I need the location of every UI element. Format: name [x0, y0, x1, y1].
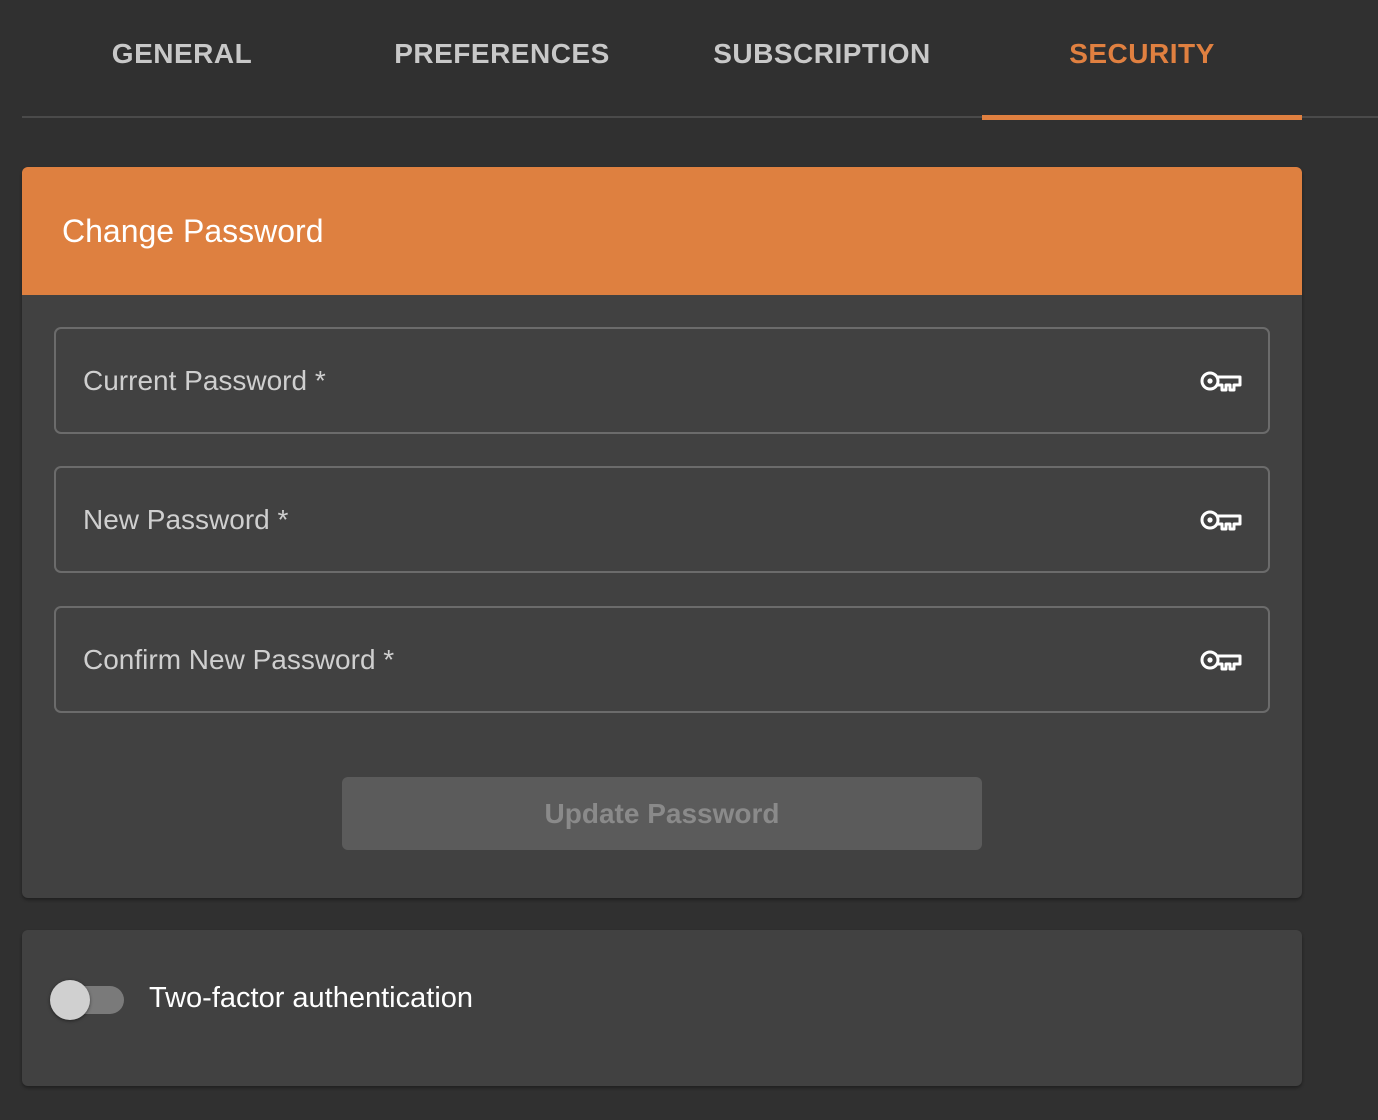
update-password-button[interactable]: Update Password — [342, 777, 982, 850]
change-password-header: Change Password — [22, 167, 1302, 295]
active-tab-indicator — [982, 115, 1302, 120]
current-password-input[interactable] — [56, 329, 1268, 432]
two-factor-toggle[interactable] — [50, 980, 126, 1020]
new-password-input[interactable] — [56, 468, 1268, 571]
two-factor-label: Two-factor authentication — [149, 982, 474, 1014]
current-password-field[interactable]: Current Password * — [54, 327, 1270, 434]
tab-preferences-label: PREFERENCES — [394, 38, 610, 69]
tab-general[interactable]: GENERAL — [22, 0, 342, 118]
confirm-password-field[interactable]: Confirm New Password * — [54, 606, 1270, 713]
change-password-card: Change Password Current Password * New P… — [22, 167, 1302, 898]
key-icon[interactable] — [1200, 647, 1242, 673]
new-password-field[interactable]: New Password * — [54, 466, 1270, 573]
settings-tabs: GENERAL PREFERENCES SUBSCRIPTION SECURIT… — [22, 0, 1378, 120]
tab-subscription-label: SUBSCRIPTION — [713, 38, 931, 69]
change-password-title: Change Password — [62, 212, 324, 249]
tab-general-label: GENERAL — [111, 38, 253, 69]
toggle-thumb — [50, 980, 90, 1020]
two-factor-card: Two-factor authentication — [22, 930, 1302, 1086]
tab-security[interactable]: SECURITY — [982, 0, 1302, 120]
tab-subscription[interactable]: SUBSCRIPTION — [662, 0, 982, 118]
key-icon[interactable] — [1200, 507, 1242, 533]
tab-security-label: SECURITY — [1069, 38, 1215, 69]
confirm-password-input[interactable] — [56, 608, 1268, 711]
key-icon[interactable] — [1200, 368, 1242, 394]
tab-preferences[interactable]: PREFERENCES — [342, 0, 662, 118]
